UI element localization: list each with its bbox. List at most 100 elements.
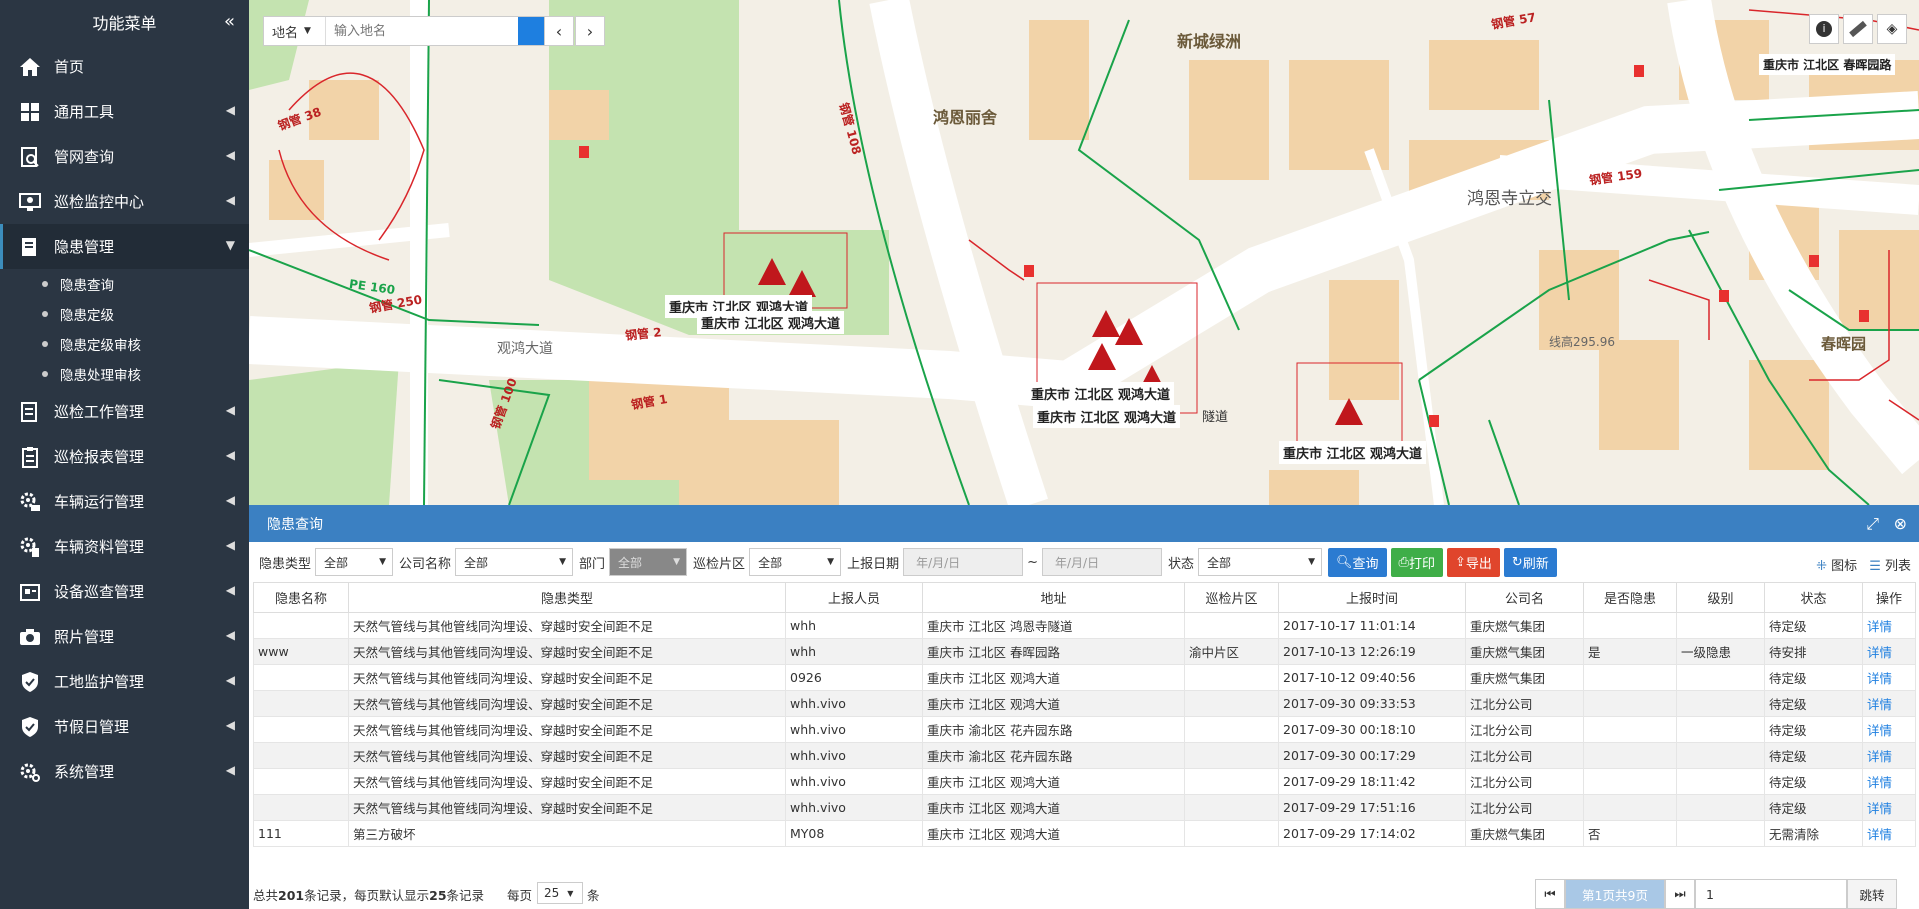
column-header[interactable]: 是否隐患: [1583, 582, 1677, 613]
query-button[interactable]: 🔍︎ 查询: [1328, 547, 1387, 577]
sidebar-subitem-handling-review[interactable]: 隐患处理审核: [0, 359, 249, 389]
sidebar-item-vehicle-data[interactable]: 车辆资料管理 ◀: [0, 524, 249, 569]
column-header[interactable]: 操作: [1862, 582, 1916, 613]
page-size-select[interactable]: 25 ▼: [537, 882, 583, 904]
column-header[interactable]: 级别: [1676, 582, 1765, 613]
details-link[interactable]: 详情: [1862, 768, 1916, 795]
table-row[interactable]: www 天然气管线与其他管线同沟埋设、穿越时安全间距不足 whh 重庆市 江北区 春晖…: [253, 638, 1916, 665]
column-header[interactable]: 巡检片区: [1184, 582, 1279, 613]
clipboard-icon: [18, 446, 42, 468]
table-row[interactable]: 天然气管线与其他管线同沟埋设、穿越时安全间距不足 0926 重庆市 江北区 观鸿大道…: [253, 664, 1916, 691]
home-icon: [18, 56, 42, 78]
refresh-button[interactable]: ↻ 刷新: [1503, 547, 1557, 577]
table-cell: 无需清除: [1764, 820, 1863, 847]
date-to-input[interactable]: 年/月/日: [1041, 548, 1162, 576]
map-view[interactable]: 新城绿洲 鸿恩丽舍 鸿恩寺立交 春晖园 观鸿大道 线高295.96 隧道 钢管 …: [249, 0, 1919, 505]
icon-view-button[interactable]: ⁜ 图标: [1816, 555, 1857, 574]
forward-button[interactable]: ›: [575, 16, 605, 46]
table-row[interactable]: 天然气管线与其他管线同沟埋设、穿越时安全间距不足 whh 重庆市 江北区 鸿恩寺隧道…: [253, 612, 1916, 639]
sidebar-item-photo[interactable]: 照片管理 ◀: [0, 614, 249, 659]
details-link[interactable]: 详情: [1862, 716, 1916, 743]
gear-icon: [18, 761, 42, 783]
caret-down-icon: ▼: [567, 888, 574, 898]
last-page-button[interactable]: ⏭: [1665, 879, 1695, 909]
column-header[interactable]: 隐患类型: [348, 582, 786, 613]
sidebar-item-vehicle-operation[interactable]: 车辆运行管理 ◀: [0, 479, 249, 524]
sidebar-item-hazard-management[interactable]: 隐患管理 ▼: [0, 224, 249, 269]
table-cell: whh.vivo: [785, 690, 923, 717]
list-view-button[interactable]: ☰ 列表: [1869, 555, 1911, 574]
caret-down-icon: ▼: [673, 557, 681, 567]
sidebar-item-label: 系统管理: [54, 763, 115, 781]
details-link[interactable]: 详情: [1862, 664, 1916, 691]
monitor-icon: [18, 191, 42, 213]
table-cell: 天然气管线与其他管线同沟埋设、穿越时安全间距不足: [348, 716, 786, 743]
info-button[interactable]: i: [1809, 14, 1839, 44]
sidebar-item-patrol-work[interactable]: 巡检工作管理 ◀: [0, 389, 249, 434]
sidebar-item-system[interactable]: 系统管理 ◀: [0, 749, 249, 794]
details-link[interactable]: 详情: [1862, 742, 1916, 769]
column-header[interactable]: 公司名: [1465, 582, 1584, 613]
table-row[interactable]: 天然气管线与其他管线同沟埋设、穿越时安全间距不足 whh.vivo 重庆市 渝北区 …: [253, 742, 1916, 769]
column-header[interactable]: 状态: [1764, 582, 1863, 613]
back-button[interactable]: ‹: [544, 16, 574, 46]
details-link[interactable]: 详情: [1862, 638, 1916, 665]
sidebar-item-label: 通用工具: [54, 103, 115, 121]
department-select[interactable]: 全部 ▼: [609, 548, 688, 576]
chevron-left-icon: ‹: [555, 21, 563, 41]
status-select[interactable]: 全部 ▼: [1198, 548, 1322, 576]
column-header[interactable]: 隐患名称: [253, 582, 349, 613]
details-link[interactable]: 详情: [1862, 612, 1916, 639]
sidebar-subitem-grading-review[interactable]: 隐患定级审核: [0, 329, 249, 359]
table-row[interactable]: 天然气管线与其他管线同沟埋设、穿越时安全间距不足 whh.vivo 重庆市 江北区 …: [253, 768, 1916, 795]
sidebar-item-label: 巡检工作管理: [54, 403, 145, 421]
export-button[interactable]: ⇪ 导出: [1446, 547, 1500, 577]
table-row[interactable]: 天然气管线与其他管线同沟埋设、穿越时安全间距不足 whh.vivo 重庆市 江北区 …: [253, 794, 1916, 821]
print-button[interactable]: ⎙ 打印: [1390, 547, 1443, 577]
close-icon[interactable]: ⊗: [1894, 514, 1907, 533]
table-cell: 天然气管线与其他管线同沟埋设、穿越时安全间距不足: [348, 612, 786, 639]
table-row[interactable]: 天然气管线与其他管线同沟埋设、穿越时安全间距不足 whh.vivo 重庆市 渝北区 …: [253, 716, 1916, 743]
chevron-left-icon: ◀: [225, 673, 235, 687]
company-select[interactable]: 全部 ▼: [455, 548, 574, 576]
camera-icon: [18, 626, 42, 648]
sidebar-subitem-hazard-query[interactable]: 隐患查询: [0, 269, 249, 299]
sidebar-item-pipe-query[interactable]: 管网查询 ◀: [0, 134, 249, 179]
maximize-icon[interactable]: ⤢: [1866, 514, 1879, 534]
sidebar-item-patrol-report[interactable]: 巡检报表管理 ◀: [0, 434, 249, 479]
details-link[interactable]: 详情: [1862, 820, 1916, 847]
sidebar-item-tools[interactable]: 通用工具 ◀: [0, 89, 249, 134]
table-cell: 待定级: [1764, 612, 1863, 639]
table-cell: 重庆市 江北区 观鸿大道: [922, 768, 1185, 795]
details-link[interactable]: 详情: [1862, 690, 1916, 717]
filter-label: 巡检片区: [693, 556, 746, 572]
collapse-icon[interactable]: «: [224, 11, 235, 32]
sidebar-item-device-patrol[interactable]: 设备巡查管理 ◀: [0, 569, 249, 614]
sidebar-item-holiday[interactable]: 节假日管理 ◀: [0, 704, 249, 749]
first-page-button[interactable]: ⏮: [1535, 879, 1565, 909]
sidebar-item-home[interactable]: 首页: [0, 44, 249, 89]
bullet-icon: [42, 281, 48, 287]
place-search-input[interactable]: [326, 17, 518, 45]
caret-down-icon: ▼: [1308, 557, 1315, 567]
table-cell: 重庆燃气集团: [1465, 638, 1584, 665]
table-row[interactable]: 天然气管线与其他管线同沟埋设、穿越时安全间距不足 whh.vivo 重庆市 江北区 …: [253, 690, 1916, 717]
measure-button[interactable]: [1843, 14, 1873, 44]
place-label: 春晖园: [1821, 335, 1867, 353]
layers-button[interactable]: ◈: [1877, 14, 1907, 44]
page-number-input[interactable]: 1: [1695, 879, 1847, 909]
table-cell: 江北分公司: [1465, 716, 1584, 743]
column-header[interactable]: 地址: [922, 582, 1185, 613]
area-select[interactable]: 全部 ▼: [749, 548, 842, 576]
table-cell: 重庆燃气集团: [1465, 820, 1584, 847]
column-header[interactable]: 上报人员: [785, 582, 923, 613]
date-from-input[interactable]: 年/月/日: [903, 548, 1024, 576]
details-link[interactable]: 详情: [1862, 794, 1916, 821]
sidebar-item-site-guard[interactable]: 工地监护管理 ◀: [0, 659, 249, 704]
column-header[interactable]: 上报时间: [1278, 582, 1466, 613]
sidebar-subitem-hazard-grading[interactable]: 隐患定级: [0, 299, 249, 329]
hazard-type-select[interactable]: 全部 ▼: [315, 548, 394, 576]
jump-button[interactable]: 跳转: [1847, 879, 1897, 909]
sidebar-item-monitor-center[interactable]: 巡检监控中心 ◀: [0, 179, 249, 224]
table-row[interactable]: 111 第三方破坏 MY08 重庆市 江北区 观鸿大道 2017-09-29 17:14…: [253, 820, 1916, 847]
